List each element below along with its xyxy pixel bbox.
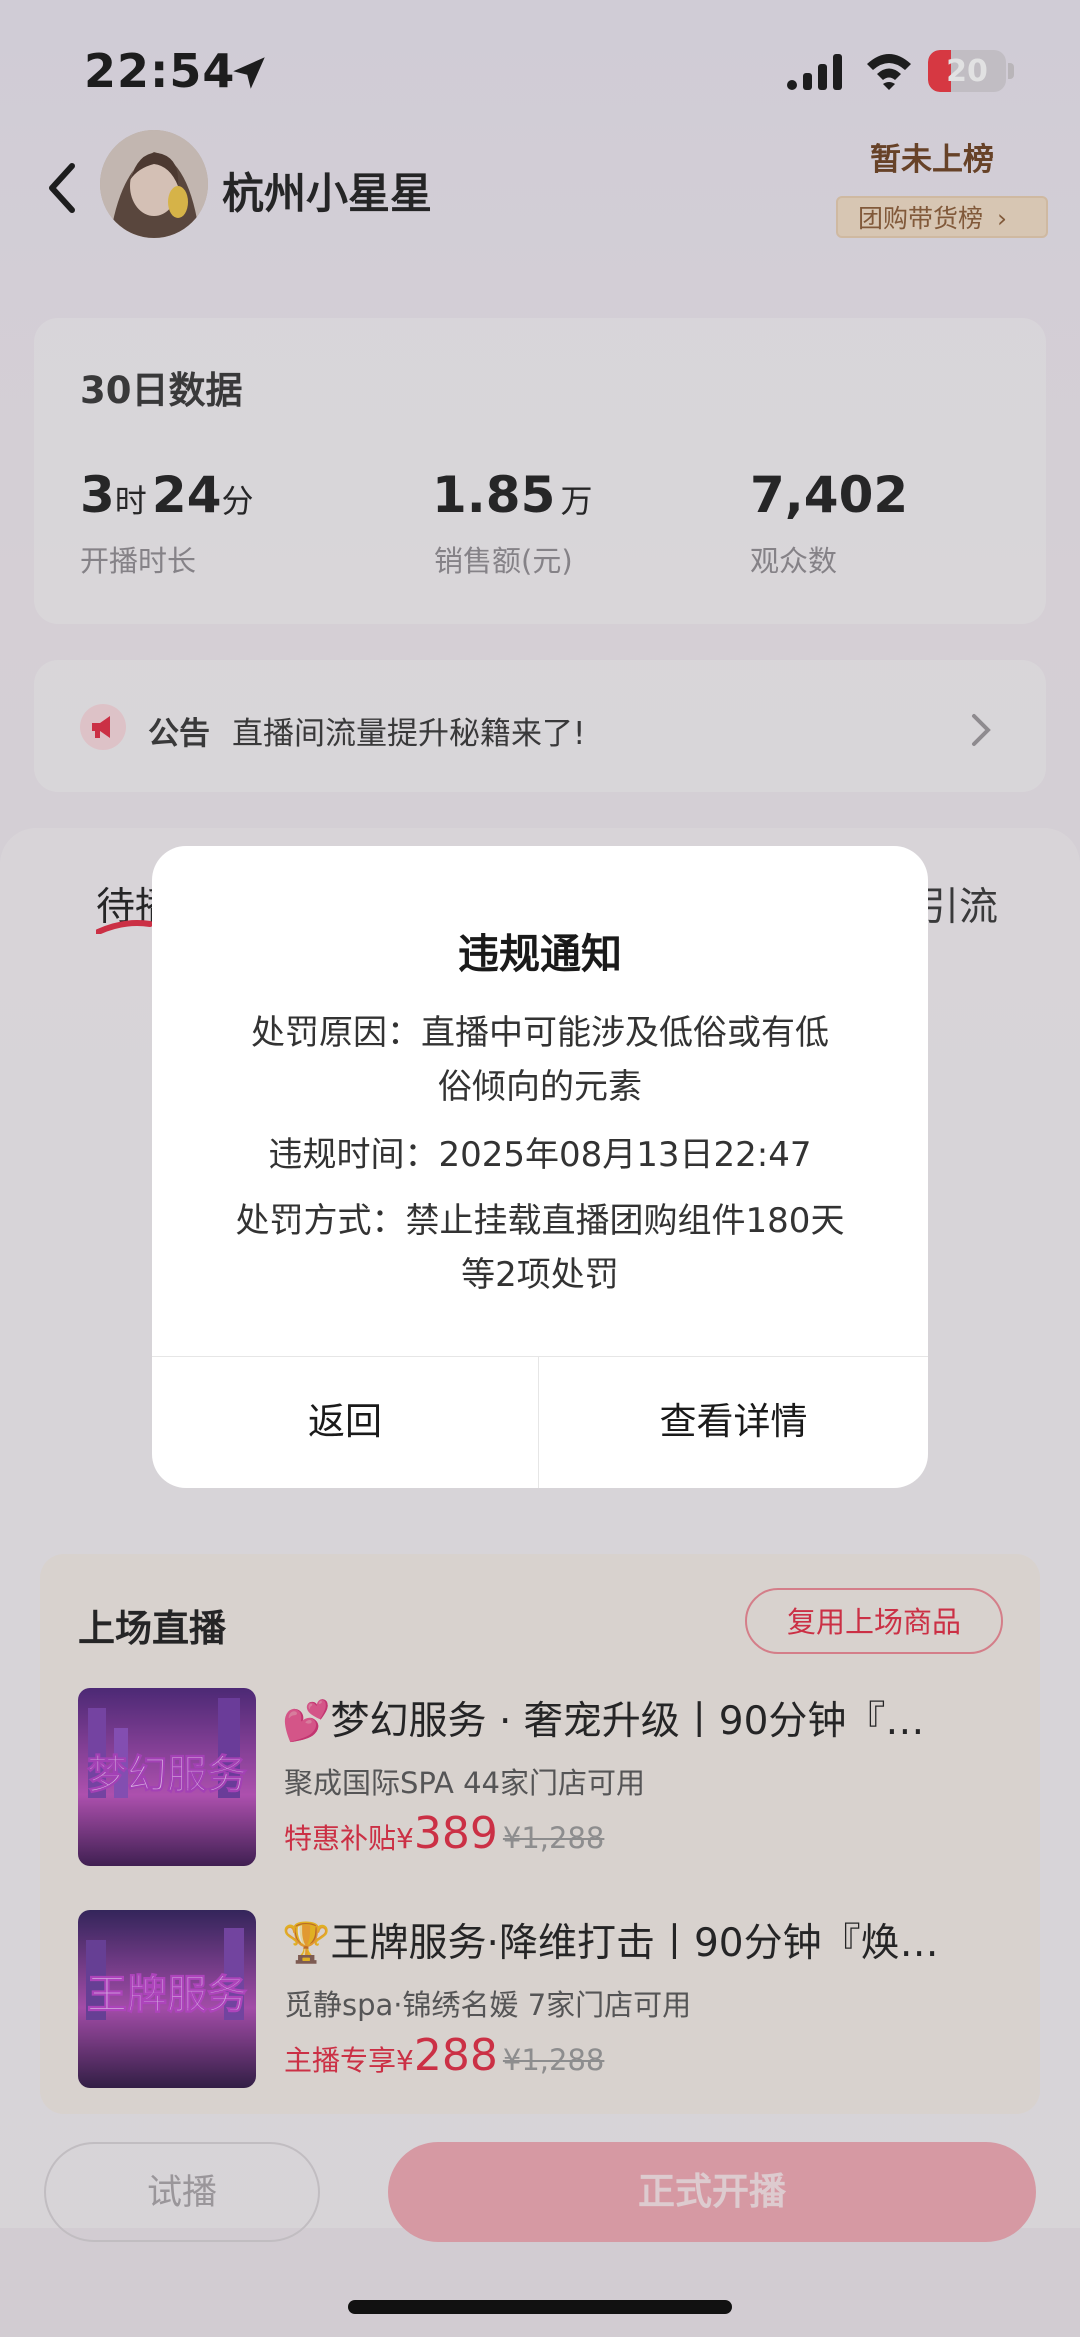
dialog-back-button[interactable]: 返回 [152, 1356, 538, 1488]
penalty-reason-line2: 俗倾向的元素 [438, 1067, 642, 1107]
home-indicator[interactable] [348, 2300, 732, 2314]
penalty-reason-line1: 处罚原因：直播中可能涉及低俗或有低 [251, 1013, 829, 1053]
dialog-title: 违规通知 [458, 930, 622, 978]
penalty-method-line2: 等2项处罚 [461, 1255, 619, 1295]
violation-time: 违规时间：2025年08月13日22:47 [268, 1135, 812, 1175]
penalty-method-line1: 处罚方式：禁止挂载直播团购组件180天 [235, 1201, 845, 1241]
violation-dialog: 违规通知 处罚原因：直播中可能涉及低俗或有低 俗倾向的元素 违规时间：2025年… [152, 846, 928, 1488]
dialog-view-details-button[interactable]: 查看详情 [539, 1356, 928, 1488]
